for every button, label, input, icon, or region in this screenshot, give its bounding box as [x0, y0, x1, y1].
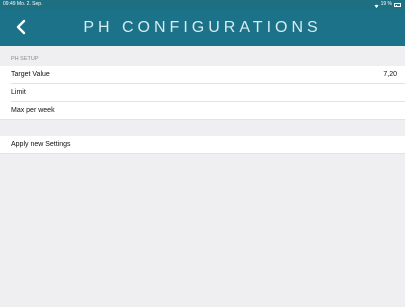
- screen: 09:49 Mo. 2. Sep. 19 % PH CONFIGURATIONS…: [0, 0, 405, 307]
- status-right: 19 %: [374, 0, 401, 9]
- target-value-label: Target Value: [11, 71, 50, 78]
- target-value-value: 7,20: [383, 71, 397, 78]
- limit-label: Limit: [11, 89, 26, 96]
- settings-content: PH SETUP Target Value 7,20 Limit Max per…: [0, 46, 405, 154]
- apply-settings-button[interactable]: Apply new Settings: [0, 136, 405, 154]
- status-time: 09:49 Mo. 2. Sep.: [3, 1, 43, 7]
- limit-row[interactable]: Limit: [0, 84, 405, 102]
- max-per-week-label: Max per week: [11, 107, 55, 114]
- section-header: PH SETUP: [0, 46, 405, 66]
- wifi-icon: [374, 3, 379, 8]
- section-gap: [0, 120, 405, 136]
- battery-percentage: 19 %: [380, 1, 392, 7]
- navigation-bar: PH CONFIGURATIONS: [0, 9, 405, 46]
- max-per-week-row[interactable]: Max per week: [0, 102, 405, 120]
- status-bar: 09:49 Mo. 2. Sep. 19 %: [0, 0, 405, 9]
- target-value-row[interactable]: Target Value 7,20: [0, 66, 405, 84]
- chevron-left-icon: [16, 19, 26, 35]
- back-button[interactable]: [12, 17, 32, 37]
- apply-settings-label: Apply new Settings: [11, 141, 71, 148]
- page-title: PH CONFIGURATIONS: [83, 19, 322, 36]
- battery-icon: [394, 2, 401, 7]
